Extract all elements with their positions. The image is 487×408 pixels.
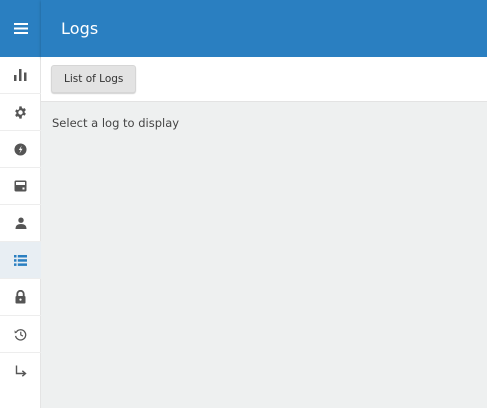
sidebar-item-history[interactable] [0, 316, 41, 353]
history-icon [14, 328, 27, 341]
bar-chart-icon [14, 69, 27, 81]
sidebar-item-logout[interactable] [0, 353, 41, 390]
empty-state-message: Select a log to display [52, 116, 180, 130]
gear-icon [15, 105, 26, 119]
drive-icon [14, 180, 27, 192]
sidebar-item-storage[interactable] [0, 168, 41, 205]
gauge-icon [14, 142, 27, 156]
hamburger-menu-icon [13, 23, 28, 34]
sidebar-item-stats[interactable] [0, 57, 41, 94]
sidebar-item-settings[interactable] [0, 94, 41, 131]
user-icon [15, 217, 26, 229]
sidebar-item-users[interactable] [0, 205, 41, 242]
lock-icon [15, 290, 26, 304]
top-header: Logs [41, 0, 487, 57]
sidebar [0, 0, 41, 408]
toolbar: List of Logs [41, 57, 487, 102]
sidebar-item-performance[interactable] [0, 131, 41, 168]
log-display-area: Select a log to display [41, 102, 487, 408]
list-of-logs-button[interactable]: List of Logs [51, 65, 137, 93]
list-icon [14, 254, 27, 266]
exit-arrow-icon [15, 365, 27, 377]
page-title: Logs [61, 19, 99, 38]
app-window: Logs List of Logs Select a log to displa… [0, 0, 487, 408]
menu-toggle-button[interactable] [0, 0, 41, 57]
sidebar-item-security[interactable] [0, 279, 41, 316]
sidebar-item-logs[interactable] [0, 242, 41, 279]
